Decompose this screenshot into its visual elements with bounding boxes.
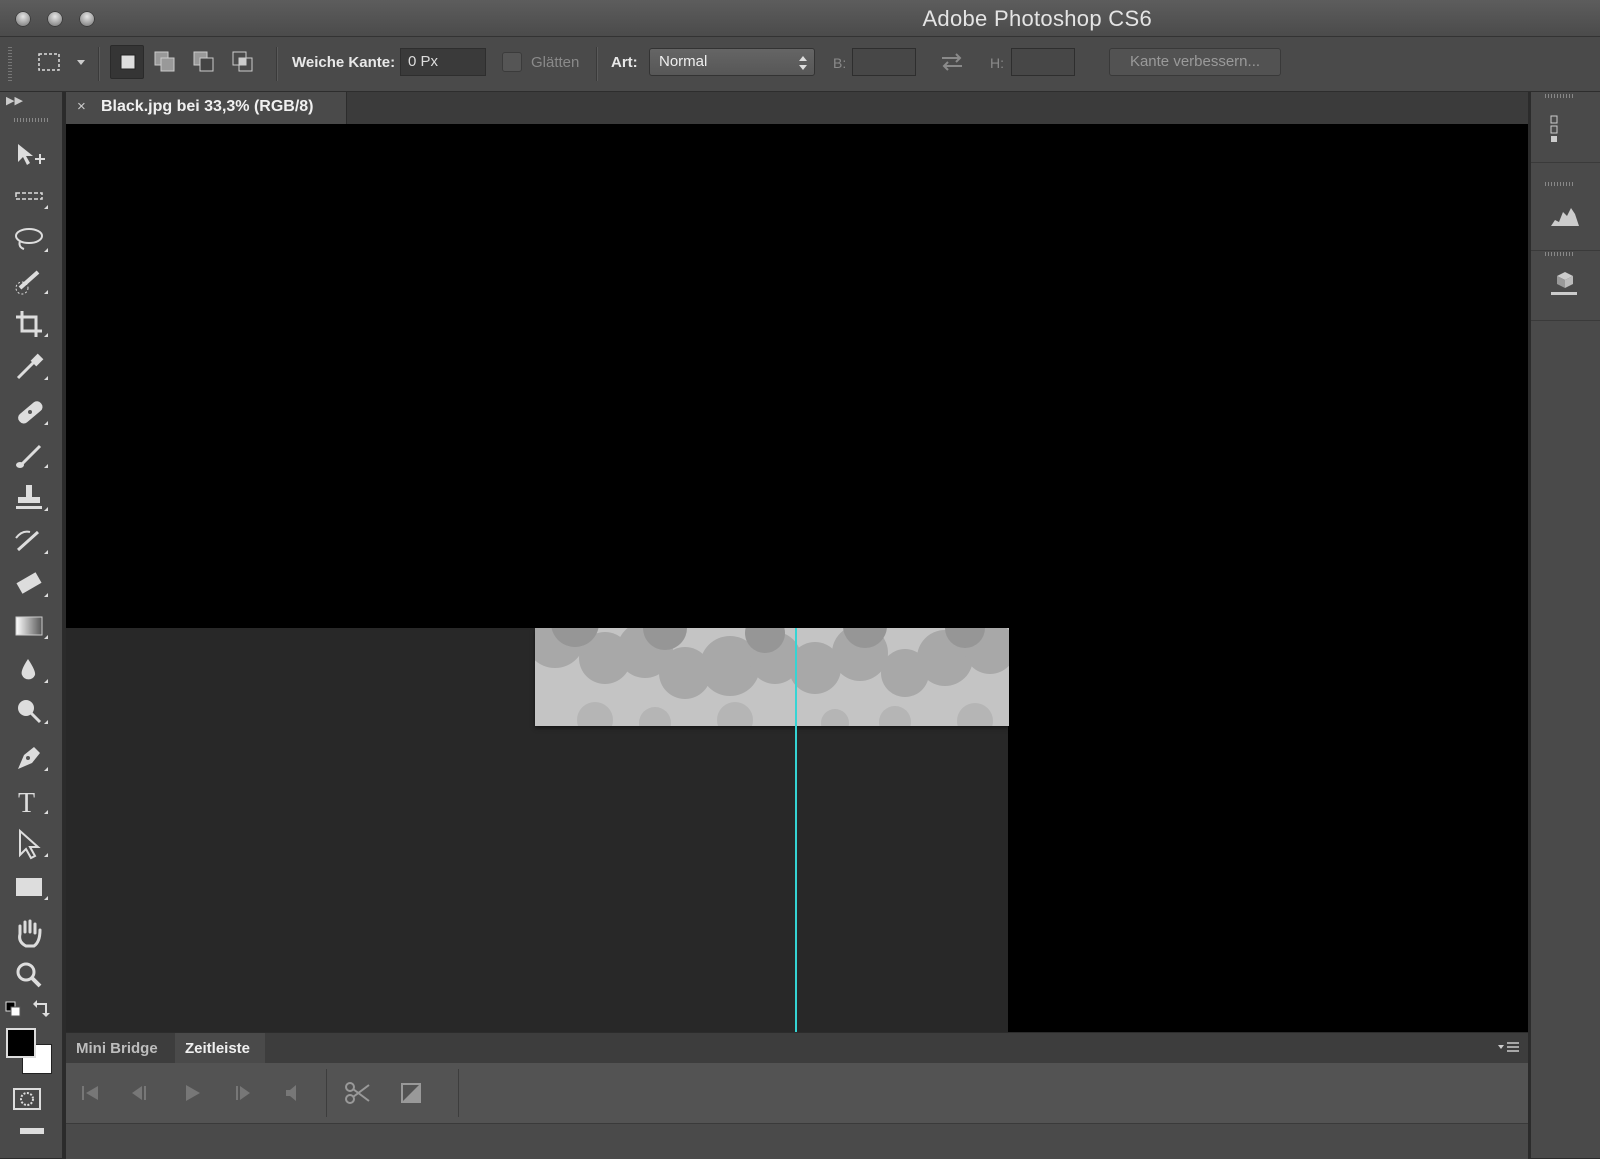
transition-icon[interactable] — [395, 1077, 427, 1109]
timeline-controls — [66, 1063, 1528, 1124]
swap-dimensions-icon[interactable] — [938, 49, 966, 75]
split-at-playhead-icon[interactable] — [341, 1077, 373, 1109]
title-bar: Adobe Photoshop CS6 — [0, 0, 1600, 37]
separator — [98, 47, 99, 81]
app-title: Adobe Photoshop CS6 — [922, 6, 1152, 31]
options-bar-grip[interactable] — [8, 47, 12, 81]
panel-strip-3d — [1531, 250, 1600, 321]
go-to-first-frame-icon[interactable] — [74, 1077, 106, 1109]
antialias-label: Glätten — [531, 54, 580, 71]
timeline-panel: Mini Bridge Zeitleiste — [66, 1032, 1528, 1159]
feather-input[interactable]: 0 Px — [400, 48, 486, 76]
document-tab-title: Black.jpg bei 33,3% (RGB/8) — [101, 98, 314, 115]
close-tab-icon[interactable]: × — [77, 98, 86, 115]
height-input[interactable] — [1011, 48, 1075, 76]
toolbar-grip[interactable] — [14, 118, 48, 122]
3d-panel-icon[interactable] — [1549, 272, 1579, 302]
panel-menu-icon[interactable] — [1498, 1041, 1520, 1055]
separator — [458, 1069, 459, 1117]
preset-dropdown-icon[interactable] — [74, 55, 88, 69]
document-tab[interactable]: × Black.jpg bei 33,3% (RGB/8) — [66, 92, 347, 124]
quick-mask-icon[interactable] — [12, 1087, 42, 1111]
document-window: × Black.jpg bei 33,3% (RGB/8) Mini Bridg… — [66, 92, 1528, 1159]
audio-icon[interactable] — [276, 1077, 308, 1109]
width-input[interactable] — [852, 48, 916, 76]
height-label: H: — [990, 55, 1004, 71]
select-arrows-icon — [799, 56, 807, 70]
history-brush-tool-icon[interactable] — [10, 524, 54, 560]
foreground-color-swatch[interactable] — [6, 1028, 36, 1058]
style-label: Art: — [611, 54, 638, 71]
play-icon[interactable] — [176, 1077, 208, 1109]
path-selection-tool-icon[interactable] — [10, 827, 54, 863]
crop-tool-icon[interactable] — [10, 307, 54, 343]
add-to-selection-button[interactable] — [148, 45, 182, 79]
collapse-toolbar-icon[interactable]: ▶▶ — [6, 94, 23, 107]
feather-label: Weiche Kante: — [292, 54, 396, 71]
eraser-tool-icon[interactable] — [10, 567, 54, 603]
right-panel-dock — [1530, 92, 1600, 1158]
swap-colors-icon[interactable] — [32, 998, 52, 1018]
panel-strip-properties — [1531, 92, 1600, 163]
screen-mode-icon[interactable] — [20, 1128, 44, 1134]
style-select-value: Normal — [659, 53, 708, 70]
blur-tool-icon[interactable] — [10, 653, 54, 689]
canvas[interactable] — [66, 124, 1528, 1032]
document-tab-bar: × Black.jpg bei 33,3% (RGB/8) — [66, 92, 1528, 124]
dodge-tool-icon[interactable] — [10, 694, 54, 730]
default-colors-icon[interactable] — [4, 1000, 24, 1020]
gradient-tool-icon[interactable] — [10, 609, 54, 645]
eyedropper-tool-icon[interactable] — [10, 350, 54, 386]
separator — [326, 1069, 327, 1117]
move-tool-icon[interactable] — [10, 136, 54, 172]
properties-panel-icon[interactable] — [1549, 114, 1579, 144]
tools-panel: ▶▶ T — [0, 92, 63, 1158]
type-tool-icon[interactable]: T — [10, 784, 54, 820]
subtract-from-selection-button[interactable] — [187, 45, 221, 79]
clone-stamp-tool-icon[interactable] — [10, 481, 54, 517]
panel-strip-histogram — [1531, 180, 1600, 251]
width-label: B: — [833, 55, 847, 71]
panel-grip[interactable] — [1545, 252, 1575, 256]
rectangular-marquee-preset-icon[interactable] — [34, 47, 64, 77]
histogram-panel-icon[interactable] — [1549, 200, 1579, 230]
previous-frame-icon[interactable] — [124, 1077, 156, 1109]
options-bar: Weiche Kante: 0 Px Glätten Art: Normal B… — [0, 37, 1600, 92]
timeline-panel-tabs: Mini Bridge Zeitleiste — [66, 1033, 1528, 1063]
zoom-tool-icon[interactable] — [10, 958, 54, 994]
pen-tool-icon[interactable] — [10, 741, 54, 777]
separator — [596, 47, 597, 81]
brush-tool-icon[interactable] — [10, 438, 54, 474]
style-select[interactable]: Normal — [649, 48, 815, 76]
tab-timeline[interactable]: Zeitleiste — [175, 1033, 265, 1063]
tab-mini-bridge[interactable]: Mini Bridge — [66, 1033, 174, 1063]
svg-text:T: T — [18, 788, 35, 819]
panel-grip[interactable] — [1545, 182, 1575, 186]
intersect-selection-button[interactable] — [226, 45, 260, 79]
healing-brush-tool-icon[interactable] — [10, 395, 54, 431]
quick-selection-tool-icon[interactable] — [10, 264, 54, 300]
panel-grip[interactable] — [1545, 94, 1575, 98]
hand-tool-icon[interactable] — [10, 916, 54, 952]
antialias-checkbox[interactable] — [502, 52, 522, 72]
marquee-tool-icon[interactable] — [10, 179, 54, 215]
rectangle-tool-icon[interactable] — [10, 870, 54, 906]
refine-edge-button[interactable]: Kante verbessern... — [1109, 48, 1281, 76]
separator — [276, 47, 277, 81]
next-frame-icon[interactable] — [228, 1077, 260, 1109]
vertical-guide[interactable] — [795, 628, 797, 1032]
cloud-image-layer[interactable] — [535, 628, 1009, 726]
lasso-tool-icon[interactable] — [10, 222, 54, 258]
new-selection-button[interactable] — [110, 45, 144, 79]
